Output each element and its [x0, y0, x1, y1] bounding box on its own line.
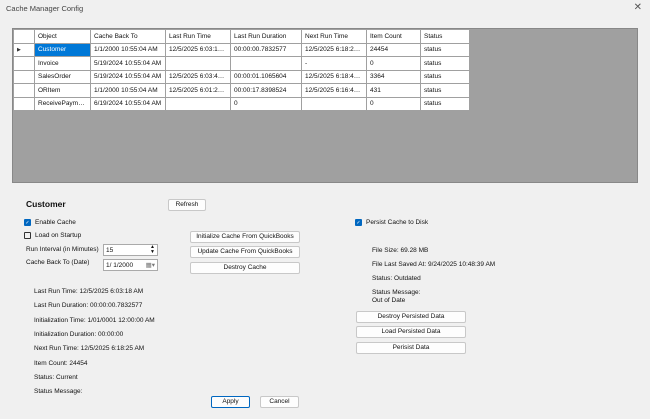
run-interval-label: Run Interval (in Mimutes) [26, 246, 99, 253]
table-cell[interactable]: status [420, 96, 470, 111]
table-cell[interactable]: Invoice [34, 56, 91, 71]
table-cell[interactable]: Customer [34, 42, 91, 57]
persist-status-message: Out of Date [372, 297, 406, 304]
info-line: Next Run Time: 12/5/2025 6:18:25 AM [34, 345, 145, 353]
table-cell[interactable]: 12/5/2025 6:18:25 A... [301, 42, 367, 57]
enable-cache-label: Enable Cache [35, 219, 76, 227]
refresh-button[interactable]: Refresh [168, 199, 206, 211]
row-selector[interactable]: ▶ [13, 42, 35, 57]
table-cell[interactable] [165, 56, 231, 71]
file-size: File Size: 69.28 MB [372, 247, 429, 254]
row-selector[interactable] [13, 83, 35, 98]
load-on-startup-checkbox[interactable]: Load on Startup [24, 232, 81, 239]
table-cell[interactable] [165, 96, 231, 111]
info-line: Initialization Time: 1/01/0001 12:00:00 … [34, 316, 155, 324]
column-header[interactable]: Object [34, 29, 91, 44]
row-selector[interactable] [13, 96, 35, 111]
table-cell[interactable]: 00:00:00.7832577 [230, 42, 302, 57]
table-cell[interactable]: - [301, 56, 367, 71]
column-header[interactable]: Cache Back To [90, 29, 166, 44]
table-cell[interactable]: 0 [366, 56, 421, 71]
table-cell[interactable]: status [420, 83, 470, 98]
table-cell[interactable]: status [420, 56, 470, 71]
table-cell[interactable]: 00:00:17.8398524 [230, 83, 302, 98]
spin-arrows-icon[interactable]: ▲ ▼ [150, 245, 155, 255]
column-header[interactable]: Last Run Time [165, 29, 231, 44]
table-cell[interactable]: 5/19/2024 10:55:04 AM [90, 69, 166, 84]
run-interval-stepper[interactable]: 15 ▲ ▼ [103, 244, 158, 256]
persist-status: Status: Outdated [372, 275, 421, 282]
info-line: Status: Current [34, 373, 78, 381]
cache-back-label: Cache Back To (Date) [26, 259, 90, 266]
file-last-saved: File Last Saved At: 9/24/2025 10:48:39 A… [372, 261, 496, 268]
row-selector[interactable] [13, 56, 35, 71]
table-cell[interactable]: 3364 [366, 69, 421, 84]
table-cell[interactable]: 12/5/2025 6:16:41 A... [301, 83, 367, 98]
calendar-dropdown-icon[interactable]: ▦▾ [146, 261, 155, 269]
table-cell[interactable]: SalesOrder [34, 69, 91, 84]
info-line: Last Run Duration: 00:00:00.7832577 [34, 302, 143, 310]
table-cell[interactable]: 00:00:01.1065604 [230, 69, 302, 84]
run-interval-value: 15 [106, 247, 114, 254]
table-cell[interactable]: 24454 [366, 42, 421, 57]
table-cell[interactable]: 6/19/2024 10:55:04 AM [90, 96, 166, 111]
table-cell[interactable]: 5/19/2024 10:55:04 AM [90, 56, 166, 71]
cache-back-value: 1/ 1/2000 [106, 262, 134, 269]
load-on-startup-label: Load on Startup [35, 232, 82, 240]
checkbox-checked-icon: ✓ [355, 219, 362, 226]
table-cell[interactable]: 12/5/2025 6:03:18 A... [165, 42, 231, 57]
column-header[interactable]: Status [420, 29, 470, 44]
table-cell[interactable]: 0 [230, 96, 302, 111]
info-line: Last Run Time: 12/5/2025 6:03:18 AM [34, 288, 144, 295]
persist-status-message-label: Status Message: [372, 289, 421, 296]
table-cell[interactable]: ORItem [34, 83, 91, 98]
table-cell[interactable]: 12/5/2025 6:03:40 A... [165, 69, 231, 84]
checkbox-checked-icon: ✓ [24, 219, 31, 226]
cancel-button[interactable]: Cancel [260, 396, 299, 408]
window-title: Cache Manager Config [6, 4, 84, 13]
table-row[interactable]: ▶ Customer 1/1/2000 10:55:04 AM 12/5/2025 6… [13, 42, 470, 57]
checkbox-unchecked-icon [24, 232, 31, 239]
table-cell[interactable]: ReceivePayment [34, 96, 91, 111]
table-cell[interactable]: 0 [366, 96, 421, 111]
detail-heading: Customer [26, 199, 66, 209]
header-row: Object Cache Back To Last Run Time Last Run… [13, 29, 470, 44]
cache-back-date-picker[interactable]: 1/ 1/2000 ▦▾ [103, 259, 158, 271]
column-header[interactable]: Last Run Duration [230, 29, 302, 44]
persist-cache-label: Persist Cache to Disk [366, 219, 429, 227]
table-cell[interactable]: 1/1/2000 10:55:04 AM [90, 42, 166, 57]
update-cache-button[interactable]: Update Cache From QuickBooks [190, 246, 300, 258]
close-icon[interactable]: ✕ [634, 2, 642, 13]
persist-cache-checkbox[interactable]: ✓ Persist Cache to Disk [355, 219, 428, 226]
info-line: Item Count: 24454 [34, 359, 88, 367]
table-cell[interactable]: status [420, 69, 470, 84]
column-header[interactable]: Next Run Time [301, 29, 367, 44]
table-cell[interactable]: 12/5/2025 6:18:43 A... [301, 69, 367, 84]
destroy-cache-button[interactable]: Destroy Cache [190, 262, 300, 274]
initialize-cache-button[interactable]: Initialize Cache From QuickBooks [190, 231, 300, 243]
table-row[interactable]: ORItem 1/1/2000 10:55:04 AM 12/5/2025 6:01… [13, 83, 470, 98]
cache-grid[interactable]: Object Cache Back To Last Run Time Last Run… [12, 28, 638, 183]
table-cell[interactable] [230, 56, 302, 71]
row-header-corner [13, 29, 35, 44]
table-cell[interactable]: 1/1/2000 10:55:04 AM [90, 83, 166, 98]
destroy-persisted-button[interactable]: Destroy Persisted Data [356, 311, 466, 323]
row-selector[interactable] [13, 69, 35, 84]
table-row[interactable]: SalesOrder 5/19/2024 10:55:04 AM 12/5/2025… [13, 69, 470, 84]
persist-data-button[interactable]: Perisist Data [356, 342, 466, 354]
table-cell[interactable]: 431 [366, 83, 421, 98]
apply-button[interactable]: Apply [211, 396, 250, 408]
info-line: Status Message: [34, 388, 83, 396]
enable-cache-checkbox[interactable]: ✓ Enable Cache [24, 219, 76, 226]
table-cell[interactable] [301, 96, 367, 111]
table-row[interactable]: Invoice 5/19/2024 10:55:04 AM -0 status [13, 56, 470, 71]
cache-table: Object Cache Back To Last Run Time Last Run… [13, 29, 470, 111]
table-cell[interactable]: 12/5/2025 6:01:23 A... [165, 83, 231, 98]
column-header[interactable]: Item Count [366, 29, 421, 44]
table-row[interactable]: ReceivePayment 6/19/2024 10:55:04 AM 0 0 sta… [13, 96, 470, 111]
info-line: Initialization Duration: 00:00:00 [34, 330, 124, 338]
load-persisted-button[interactable]: Load Persisted Data [356, 326, 466, 338]
table-cell[interactable]: status [420, 42, 470, 57]
